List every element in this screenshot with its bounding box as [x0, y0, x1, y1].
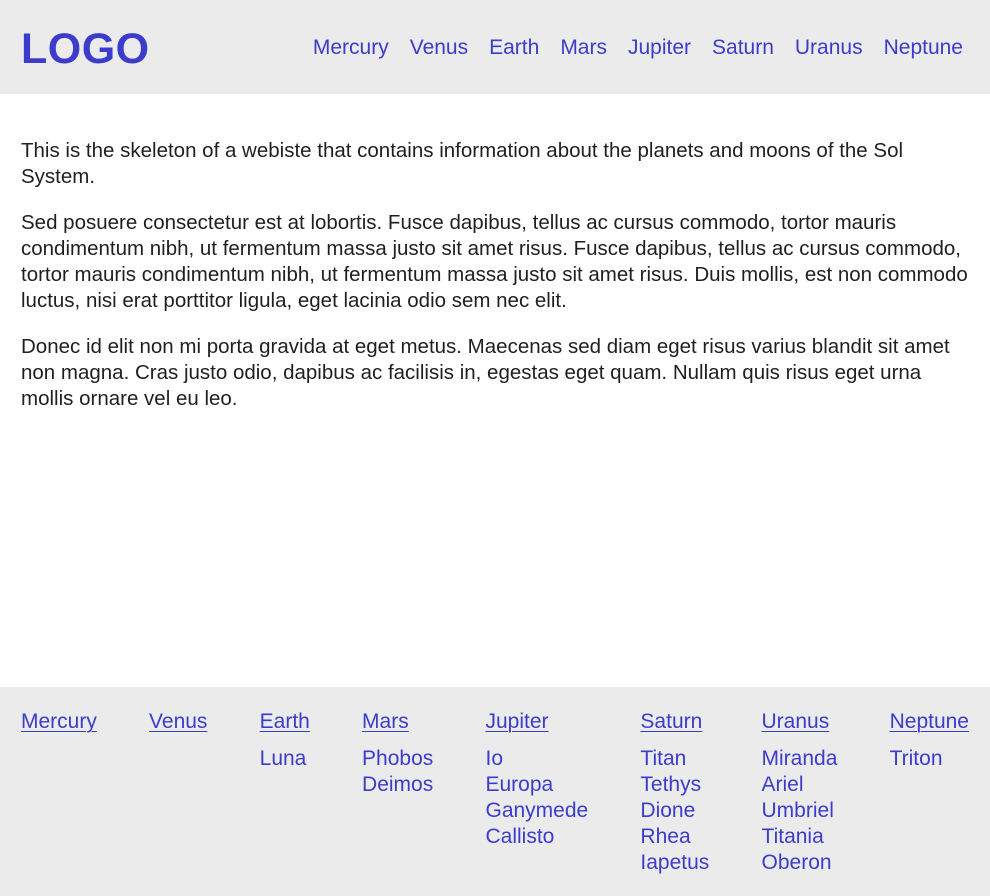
moon-link[interactable]: Dione — [640, 798, 709, 824]
footer-planet-link[interactable]: Venus — [149, 709, 207, 735]
moon-link[interactable]: Rhea — [640, 824, 709, 850]
main-nav: Mercury Venus Earth Mars Jupiter Saturn … — [313, 35, 963, 61]
moon-link[interactable]: Luna — [260, 746, 310, 772]
intro-paragraph: This is the skeleton of a webiste that c… — [21, 139, 904, 188]
footer-planet-link[interactable]: Earth — [260, 709, 310, 735]
moon-link[interactable]: Titan — [640, 746, 709, 772]
moon-link[interactable]: Deimos — [362, 772, 433, 798]
moon-link[interactable]: Phobos — [362, 746, 433, 772]
moon-list: Triton — [890, 746, 969, 772]
footer-column-jupiter: Jupiter Io Europa Ganymede Callisto — [485, 709, 588, 876]
footer-planet-link[interactable]: Mars — [362, 709, 433, 735]
moon-list: Luna — [260, 746, 310, 772]
footer-planet-link[interactable]: Uranus — [762, 709, 838, 735]
nav-link-uranus[interactable]: Uranus — [795, 35, 863, 61]
footer-column-venus: Venus — [149, 709, 207, 876]
moon-link[interactable]: Oberon — [762, 850, 838, 876]
nav-link-neptune[interactable]: Neptune — [884, 35, 963, 61]
moon-list: Miranda Ariel Umbriel Titania Oberon — [762, 746, 838, 876]
moon-link[interactable]: Iapetus — [640, 850, 709, 876]
moon-list: Io Europa Ganymede Callisto — [485, 746, 588, 850]
nav-link-mercury[interactable]: Mercury — [313, 35, 389, 61]
moon-link[interactable]: Tethys — [640, 772, 709, 798]
footer-sitemap: Mercury Venus Earth Luna Mars Phobos Dei… — [21, 709, 969, 876]
moon-list: Titan Tethys Dione Rhea Iapetus — [640, 746, 709, 876]
moon-link[interactable]: Titania — [762, 824, 838, 850]
footer-planet-link[interactable]: Saturn — [640, 709, 709, 735]
nav-link-earth[interactable]: Earth — [489, 35, 539, 61]
footer-planet-link[interactable]: Jupiter — [485, 709, 588, 735]
site-footer: Mercury Venus Earth Luna Mars Phobos Dei… — [0, 687, 990, 896]
nav-link-mars[interactable]: Mars — [560, 35, 607, 61]
body-paragraph: Donec id elit non mi porta gravida at eg… — [21, 335, 950, 410]
footer-column-mercury: Mercury — [21, 709, 97, 876]
footer-column-earth: Earth Luna — [260, 709, 310, 876]
logo[interactable]: LOGO — [21, 25, 150, 73]
moon-link[interactable]: Europa — [485, 772, 588, 798]
moon-link[interactable]: Triton — [890, 746, 969, 772]
moon-link[interactable]: Ganymede — [485, 798, 588, 824]
moon-link[interactable]: Miranda — [762, 746, 838, 772]
nav-link-saturn[interactable]: Saturn — [712, 35, 774, 61]
footer-planet-link[interactable]: Mercury — [21, 709, 97, 735]
nav-link-venus[interactable]: Venus — [410, 35, 468, 61]
moon-link[interactable]: Io — [485, 746, 588, 772]
footer-planet-link[interactable]: Neptune — [890, 709, 969, 735]
nav-link-jupiter[interactable]: Jupiter — [628, 35, 691, 61]
moon-list: Phobos Deimos — [362, 746, 433, 798]
site-header: LOGO Mercury Venus Earth Mars Jupiter Sa… — [0, 0, 990, 94]
footer-column-mars: Mars Phobos Deimos — [362, 709, 433, 876]
moon-link[interactable]: Ariel — [762, 772, 838, 798]
footer-column-uranus: Uranus Miranda Ariel Umbriel Titania Obe… — [762, 709, 838, 876]
moon-link[interactable]: Callisto — [485, 824, 588, 850]
moon-link[interactable]: Umbriel — [762, 798, 838, 824]
body-paragraph: Sed posuere consectetur est at lobortis.… — [21, 211, 968, 312]
footer-column-saturn: Saturn Titan Tethys Dione Rhea Iapetus — [640, 709, 709, 876]
main-content: This is the skeleton of a webiste that c… — [21, 138, 969, 432]
footer-column-neptune: Neptune Triton — [890, 709, 969, 876]
